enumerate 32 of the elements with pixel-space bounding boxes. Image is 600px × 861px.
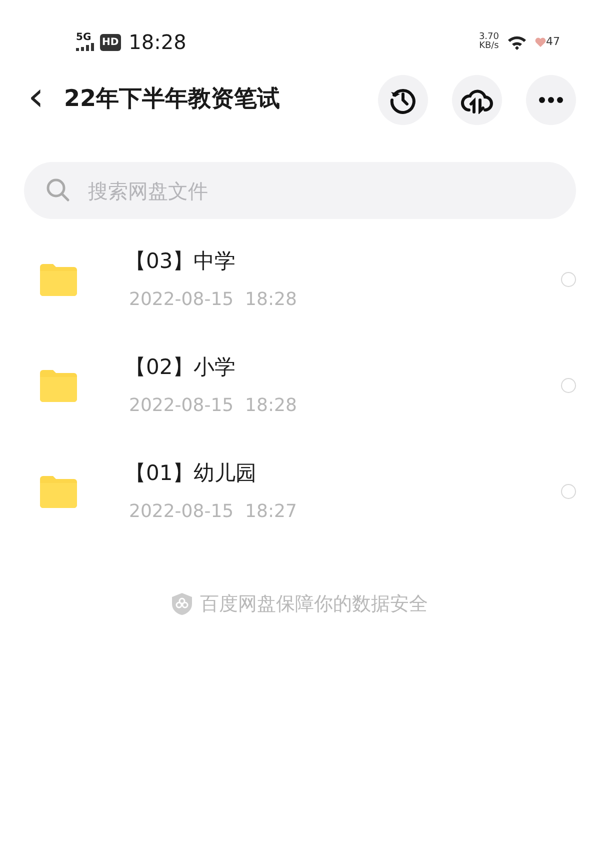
more-button[interactable] <box>526 75 576 125</box>
security-note: 百度网盘保障你的数据安全 <box>200 592 428 617</box>
history-icon <box>389 86 417 114</box>
file-name[interactable]: 【02】小学 <box>125 352 297 384</box>
folder-icon <box>40 264 77 296</box>
back-button[interactable]: ‹ <box>28 77 56 123</box>
wifi-icon <box>507 34 527 50</box>
folder-icon <box>40 370 77 402</box>
heart-icon <box>535 37 546 47</box>
page-title: 22年下半年教资笔试 <box>64 86 280 114</box>
more-icon <box>539 97 563 103</box>
cloud-transfer-button[interactable] <box>452 75 502 125</box>
file-name[interactable]: 【03】中学 <box>125 246 297 278</box>
select-checkbox[interactable] <box>561 484 576 499</box>
file-date: 2022-08-15 18:28 <box>129 394 297 418</box>
network-speed: 3.70 <box>478 33 499 42</box>
history-button[interactable] <box>378 75 428 125</box>
battery-level: 47 <box>546 34 560 50</box>
select-checkbox[interactable] <box>561 272 576 287</box>
file-name[interactable]: 【01】幼儿园 <box>125 458 297 490</box>
shield-icon <box>172 593 192 616</box>
file-date: 2022-08-15 18:27 <box>129 500 297 524</box>
hd-badge: HD <box>100 34 121 50</box>
file-date: 2022-08-15 18:28 <box>129 288 297 312</box>
network-label: 5G <box>76 33 92 43</box>
search-field[interactable]: 搜索网盘文件 <box>24 162 576 219</box>
select-checkbox[interactable] <box>561 378 576 393</box>
folder-icon <box>40 476 77 508</box>
signal-icon <box>76 43 96 51</box>
status-time: 18:28 <box>128 29 186 56</box>
search-icon <box>46 178 70 202</box>
speed-unit: KB/s <box>478 42 499 51</box>
